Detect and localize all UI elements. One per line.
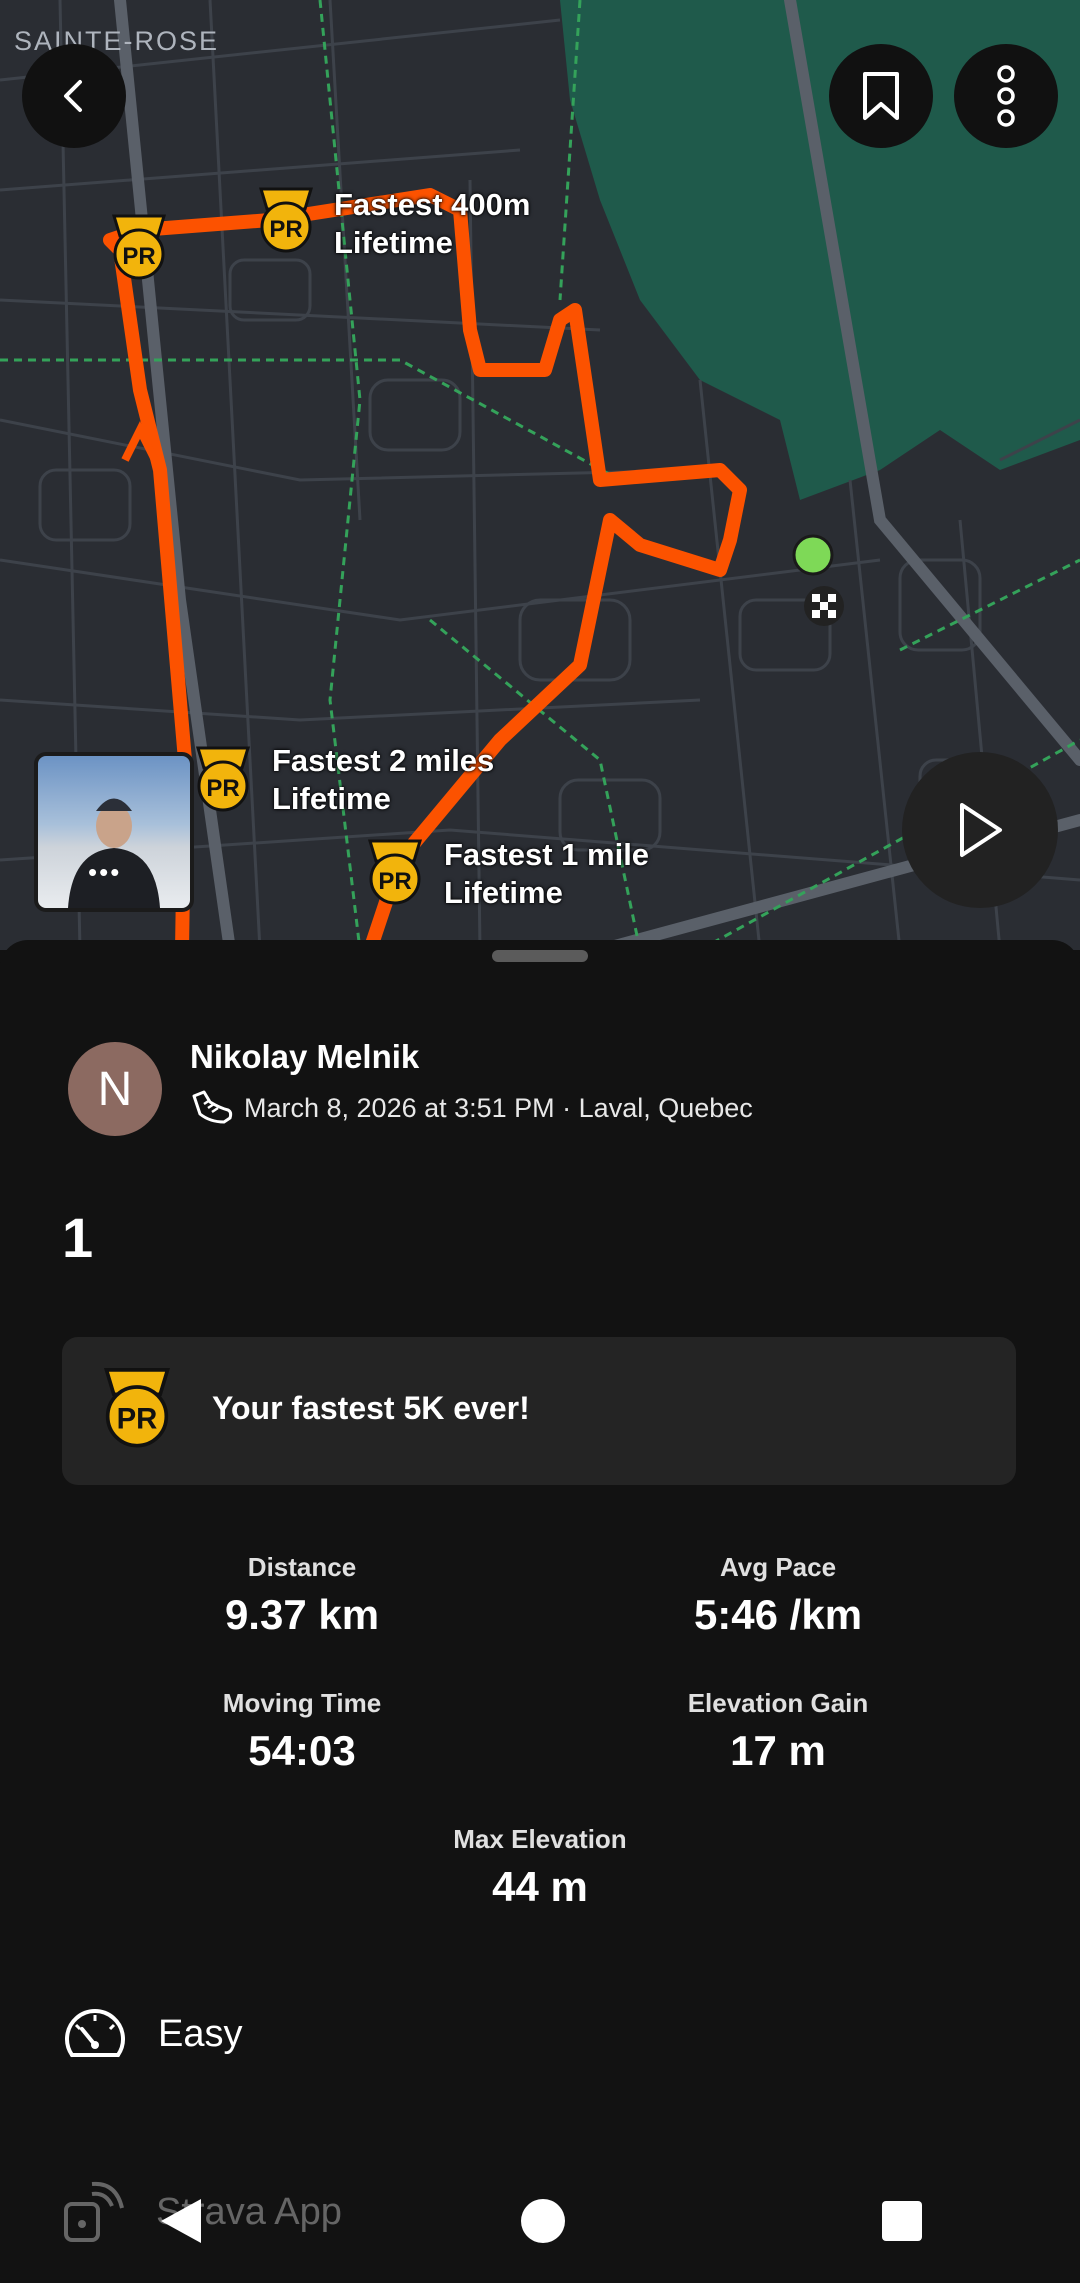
stat-elevation-gain: Elevation Gain 17 m	[588, 1688, 968, 1775]
pr-badge-icon: PR	[103, 1368, 171, 1448]
svg-text:PR: PR	[122, 243, 155, 270]
nav-recents-icon[interactable]	[881, 2200, 923, 2242]
pr-label-sub: Lifetime	[272, 781, 391, 816]
stat-value: 17 m	[730, 1727, 826, 1774]
stat-avg-pace: Avg Pace 5:46 /km	[588, 1552, 968, 1639]
pr-label-title: Fastest 2 miles	[272, 743, 495, 778]
system-navigation-bar	[0, 2158, 1080, 2283]
avatar[interactable]: N	[68, 1042, 162, 1136]
stat-label: Elevation Gain	[687, 1688, 869, 1718]
route-map[interactable]: SAINTE-ROSE PR PR PR PR Fastest 400m Lif…	[0, 0, 1080, 950]
stat-label: Moving Time	[222, 1688, 382, 1718]
activity-sheet: N Nikolay Melnik March 8, 2026 at 3:51 P…	[0, 940, 1080, 2283]
sheet-drag-handle[interactable]	[492, 950, 588, 962]
activity-date-location: March 8, 2026 at 3:51 PM · Laval, Quebec	[244, 1092, 753, 1123]
bookmark-button[interactable]	[829, 44, 933, 148]
stat-value: 9.37 km	[224, 1591, 380, 1638]
achievement-card[interactable]: PR Your fastest 5K ever!	[62, 1337, 1016, 1485]
stat-value: 54:03	[248, 1727, 356, 1774]
pr-label-title: Fastest 1 mile	[444, 837, 650, 872]
stat-label: Max Elevation	[453, 1824, 627, 1854]
start-marker	[792, 534, 834, 576]
pr-badge-icon[interactable]: PR	[364, 837, 426, 909]
back-icon	[64, 80, 82, 112]
stat-value: 44 m	[492, 1863, 588, 1910]
pr-label-sub: Lifetime	[334, 225, 453, 260]
pr-label-sub: Lifetime	[444, 875, 563, 910]
bookmark-icon	[863, 72, 899, 120]
stat-value: 5:46 /km	[693, 1591, 863, 1638]
pr-badge-icon[interactable]: PR	[192, 744, 254, 816]
stat-label: Distance	[247, 1552, 357, 1582]
more-options-button[interactable]	[954, 44, 1058, 148]
nav-home-icon[interactable]	[519, 2197, 567, 2245]
finish-flag-icon	[804, 586, 844, 626]
stat-moving-time: Moving Time 54:03	[112, 1688, 492, 1775]
stat-distance: Distance 9.37 km	[112, 1552, 492, 1639]
back-button[interactable]	[22, 44, 126, 148]
avatar-initial: N	[97, 1062, 133, 1116]
activity-meta: March 8, 2026 at 3:51 PM · Laval, Quebec	[190, 1088, 753, 1128]
shoe-icon	[192, 1090, 233, 1124]
pr-label-1-mile: Fastest 1 mile Lifetime	[444, 836, 649, 912]
carousel-dots: •••	[88, 857, 122, 887]
more-icon	[997, 65, 1015, 127]
pr-badge-icon[interactable]: PR	[108, 212, 170, 284]
play-icon	[960, 803, 1002, 857]
pr-badge-icon[interactable]: PR	[255, 185, 317, 257]
media-thumbnail[interactable]: •••	[34, 752, 194, 912]
svg-text:PR: PR	[117, 1403, 158, 1436]
stat-label: Avg Pace	[719, 1552, 837, 1582]
activity-title: 1	[62, 1206, 94, 1269]
svg-text:PR: PR	[378, 868, 411, 895]
perceived-effort-row[interactable]: Easy	[62, 2005, 242, 2063]
pr-label-2-miles: Fastest 2 miles Lifetime	[272, 742, 494, 818]
pr-label-title: Fastest 400m	[334, 187, 531, 222]
play-flyover-button[interactable]	[902, 752, 1058, 908]
svg-text:PR: PR	[206, 775, 239, 802]
perceived-effort-label: Easy	[158, 2012, 243, 2055]
athlete-name[interactable]: Nikolay Melnik	[190, 1038, 419, 1076]
achievement-text: Your fastest 5K ever!	[212, 1390, 530, 1426]
nav-back-icon[interactable]	[157, 2195, 205, 2247]
svg-text:PR: PR	[269, 216, 302, 243]
stat-max-elevation: Max Elevation 44 m	[350, 1824, 730, 1911]
pr-label-400m: Fastest 400m Lifetime	[334, 186, 530, 262]
gauge-icon	[65, 2009, 125, 2057]
